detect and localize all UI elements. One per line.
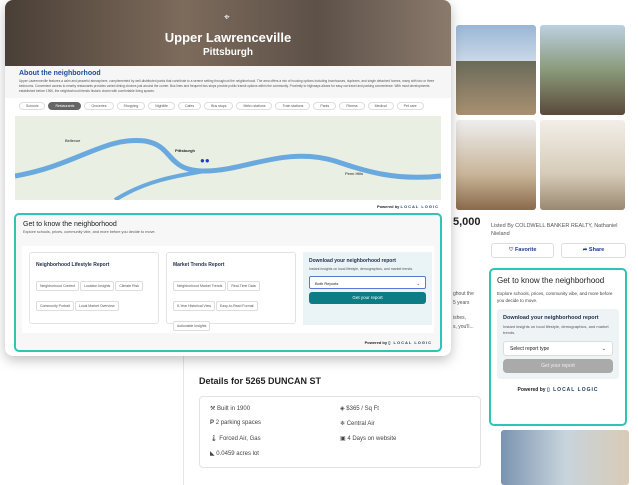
detail-heating: 🌡 Forced Air, Gas <box>210 436 261 442</box>
listing-photo[interactable] <box>540 120 625 210</box>
map-label: Penn Hills <box>345 171 364 176</box>
neighborhood-panel: ⌖ Upper Lawrenceville Pittsburgh About t… <box>5 0 451 356</box>
chip-fitness[interactable]: Fitness <box>339 102 365 110</box>
chip-nightlife[interactable]: Nightlife <box>148 102 175 110</box>
lifestyle-report-card[interactable]: Neighborhood Lifestyle Report Neighborho… <box>29 252 159 324</box>
listing-photo[interactable] <box>456 120 536 210</box>
share-button[interactable]: ➦ Share <box>561 243 626 258</box>
category-chips: Schools Restaurants Groceries Shopping N… <box>5 98 451 114</box>
powered-by: Powered by ▯ LOCAL LOGIC <box>517 387 599 393</box>
river-lines <box>15 137 441 200</box>
detail-lot: ◣ 0.0459 acres lot <box>210 451 259 457</box>
widget-title: Get to know the neighborhood <box>23 221 117 228</box>
chip-metro[interactable]: Metro stations <box>236 102 273 110</box>
local-logic-logo: LOCAL LOGIC <box>400 204 439 209</box>
feature-tag: Climate Risk <box>115 281 143 291</box>
favorite-button[interactable]: ♡ Favorite <box>491 243 554 258</box>
location-pin-icon: ⌖ <box>224 12 230 23</box>
chip-groceries[interactable]: Groceries <box>84 102 114 110</box>
hero-banner: ⌖ Upper Lawrenceville Pittsburgh <box>5 0 451 66</box>
chip-train[interactable]: Train stations <box>275 102 311 110</box>
report-type-select[interactable]: Select report type ⌄ <box>503 341 613 356</box>
listing-photo[interactable] <box>501 430 629 485</box>
chip-parks[interactable]: Parks <box>313 102 337 110</box>
feature-tag: Actionable Insights <box>173 321 211 331</box>
get-report-button[interactable]: Get your report <box>503 359 613 373</box>
chip-shopping[interactable]: Shopping <box>116 102 146 110</box>
powered-by: Powered by ▯ LOCAL LOGIC <box>364 340 432 345</box>
listing-photo[interactable] <box>540 25 625 115</box>
details-title: Details for 5265 DUNCAN ST <box>199 376 322 386</box>
market-report-card[interactable]: Market Trends Report Neighborhood Market… <box>166 252 296 331</box>
chip-bus-stops[interactable]: Bus stops <box>204 102 234 110</box>
chip-medical[interactable]: Medical <box>367 102 394 110</box>
chip-pet-care[interactable]: Pet care <box>396 102 424 110</box>
listing-photo[interactable] <box>456 25 536 115</box>
description-fragment: ghout the 5 years ishes, s, you'll... <box>453 291 474 330</box>
map-pin-icon[interactable]: ●● <box>200 156 210 165</box>
chip-restaurants[interactable]: Restaurants <box>48 102 82 110</box>
powered-by: Powered by LOCAL LOGIC <box>376 204 439 209</box>
side-neighborhood-widget: Get to know the neighborhood Explore sch… <box>489 268 627 426</box>
detail-price-sqft: ◈ $365 / Sq Ft <box>340 406 379 412</box>
feature-tag: Easy-to-Read Format <box>216 301 258 311</box>
chip-schools[interactable]: Schools <box>19 102 46 110</box>
map-label: Bellevue <box>65 138 81 143</box>
local-logic-logo: ▯ LOCAL LOGIC <box>388 340 432 345</box>
detail-built: ⚒ Built in 1900 <box>210 406 251 412</box>
local-logic-logo: ▯ LOCAL LOGIC <box>546 387 599 393</box>
feature-tag: Local Market Overview <box>74 301 119 311</box>
feature-tag: Real-Time Data <box>227 281 260 291</box>
widget-title: Get to know the neighborhood <box>497 276 605 285</box>
detail-parking: P 2 parking spaces <box>210 420 262 426</box>
map-label: Pittsburgh <box>175 148 195 153</box>
detail-days: ▣ 4 Days on website <box>340 436 397 442</box>
download-report-panel: Download your neighborhood report Instan… <box>303 252 432 325</box>
details-box: ⚒ Built in 1900 ◈ $365 / Sq Ft P 2 parki… <box>199 396 481 468</box>
feature-tag: Neighborhood Market Trends <box>173 281 227 291</box>
get-report-button[interactable]: Get your report <box>309 292 426 304</box>
feature-tag: Location Insights <box>80 281 115 291</box>
chip-cafes[interactable]: Cafes <box>177 102 202 110</box>
feature-tag: Neighborhood Context <box>36 281 80 291</box>
map[interactable]: Bellevue Pittsburgh Penn Hills ●● <box>15 116 441 200</box>
feature-tag: Community Portrait <box>36 301 74 311</box>
feature-tag: 5-Year Historical View <box>173 301 216 311</box>
chevron-down-icon: ⌄ <box>601 346 606 352</box>
chevron-down-icon: ⌄ <box>416 281 420 286</box>
detail-cooling: ❄ Central Air <box>340 421 375 427</box>
listing-price: 5,000 <box>453 216 481 228</box>
listed-by: Listed By COLDWELL BANKER REALTY, Nathan… <box>491 223 618 237</box>
about-section: About the neighborhood Upper Lawrencevil… <box>5 66 451 98</box>
report-type-select[interactable]: Both Reports ⌄ <box>309 276 426 289</box>
city-title: Pittsburgh <box>203 47 253 58</box>
neighborhood-widget: Get to know the neighborhood Explore sch… <box>14 213 442 352</box>
